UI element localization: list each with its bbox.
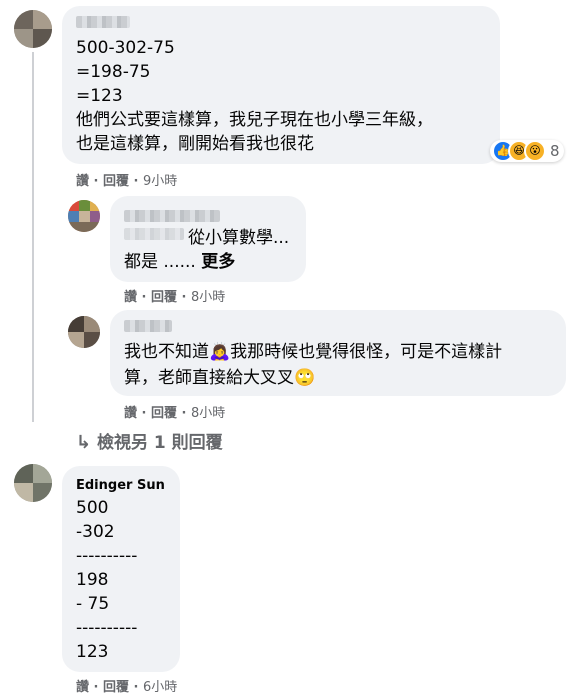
wow-reaction-icon: 😮 [524, 140, 546, 162]
avatar[interactable] [68, 316, 100, 348]
view-more-replies-link[interactable]: ↳ 檢視另 1 則回覆 [76, 428, 223, 453]
comment-line: =198-75 [76, 62, 151, 82]
comment-line: 500 [76, 498, 109, 518]
comment-actions: 讚 · 回覆 · 9小時 [76, 174, 178, 189]
comment-line: 我也不知道🙇‍♀️我那時候也覺得很怪，可是不這樣計 [124, 342, 503, 362]
timestamp[interactable]: 8小時 [191, 406, 225, 421]
comment-line: ---------- [76, 618, 138, 638]
comment-text: 都是 ...... [124, 252, 196, 272]
comment-line: 123 [76, 642, 109, 662]
comment-line: 從小算數學... [188, 228, 290, 248]
reply-link[interactable]: 回覆 [151, 406, 177, 421]
comment-line: =123 [76, 86, 123, 106]
timestamp[interactable]: 9小時 [143, 174, 177, 189]
author-name-blurred[interactable] [124, 320, 172, 332]
avatar[interactable] [68, 200, 100, 232]
author-name-blurred [124, 228, 184, 240]
like-link[interactable]: 讚 [124, 406, 137, 421]
like-link[interactable]: 讚 [76, 174, 89, 189]
reply-link[interactable]: 回覆 [103, 680, 129, 695]
timestamp[interactable]: 8小時 [191, 290, 225, 305]
timestamp[interactable]: 6小時 [143, 680, 177, 695]
author-name-blurred[interactable] [124, 210, 220, 222]
author-name-blurred[interactable] [76, 16, 130, 28]
reaction-count: 8 [550, 142, 560, 160]
comment-actions: 讚 · 回覆 · 8小時 [124, 406, 226, 421]
reaction-summary[interactable]: 👍 😆 😮 8 [490, 140, 564, 162]
avatar[interactable] [14, 10, 52, 48]
reply-arrow-icon: ↳ [76, 432, 92, 453]
avatar[interactable] [14, 464, 52, 502]
comment-line: 算，老師直接給大叉叉🙄 [124, 368, 316, 388]
like-link[interactable]: 讚 [124, 290, 137, 305]
see-more-link[interactable]: 更多 [201, 252, 235, 272]
author-name[interactable]: Edinger Sun [76, 478, 165, 493]
comment-actions: 讚 · 回覆 · 6小時 [76, 680, 178, 695]
comment-line: 也是這樣算，剛開始看我也很花 [76, 134, 314, 154]
comment-line: - 75 [76, 594, 110, 614]
comment-line: 198 [76, 570, 109, 590]
thread-line [32, 52, 34, 422]
like-link[interactable]: 讚 [76, 680, 89, 695]
comment-line: 500-302-75 [76, 38, 175, 58]
reply-link[interactable]: 回覆 [103, 174, 129, 189]
comment-actions: 讚 · 回覆 · 8小時 [124, 290, 226, 305]
comment-line: ---------- [76, 546, 138, 566]
comment-line: -302 [76, 522, 115, 542]
view-more-label: 檢視另 1 則回覆 [97, 433, 223, 453]
reply-link[interactable]: 回覆 [151, 290, 177, 305]
comment-line: 他們公式要這樣算，我兒子現在也小學三年級， [76, 110, 433, 130]
comment-line: 都是 ...... 更多 [124, 250, 235, 274]
